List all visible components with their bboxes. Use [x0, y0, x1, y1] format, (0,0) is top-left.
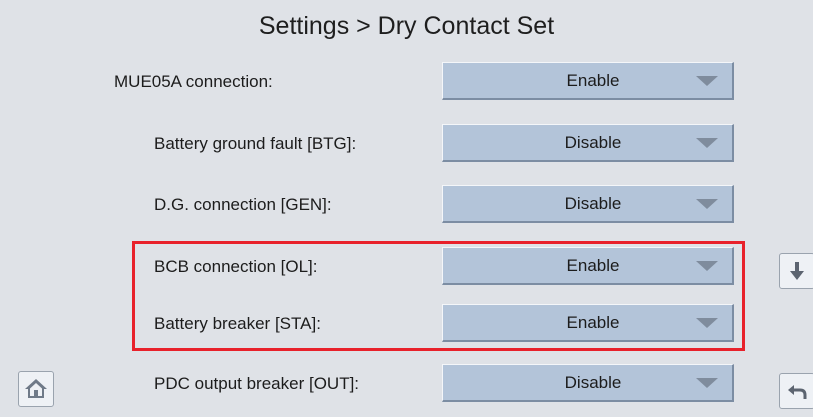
chevron-down-icon	[696, 199, 718, 209]
battery-ground-fault-dropdown[interactable]: Disable	[442, 124, 734, 162]
back-button[interactable]	[779, 373, 813, 409]
dg-connection-label: D.G. connection [GEN]:	[154, 195, 332, 214]
chevron-down-icon	[696, 138, 718, 148]
arrow-down-icon	[790, 262, 804, 280]
back-arrow-icon	[788, 385, 807, 399]
chevron-down-icon	[696, 378, 718, 388]
scroll-down-button[interactable]	[779, 253, 813, 289]
home-icon	[25, 379, 47, 398]
mue05a-connection-dropdown[interactable]: Enable	[442, 62, 734, 100]
chevron-down-icon	[696, 76, 718, 86]
mue05a-connection-label: MUE05A connection:	[114, 72, 273, 91]
page-title: Settings > Dry Contact Set	[258, 12, 555, 40]
battery-ground-fault-label: Battery ground fault [BTG]:	[154, 134, 357, 153]
dg-connection-dropdown[interactable]: Disable	[442, 185, 734, 223]
highlight-box	[132, 241, 745, 351]
pdc-output-breaker-dropdown[interactable]: Disable	[442, 364, 734, 402]
pdc-output-breaker-label: PDC output breaker [OUT]:	[154, 374, 360, 393]
home-button[interactable]	[18, 371, 54, 407]
